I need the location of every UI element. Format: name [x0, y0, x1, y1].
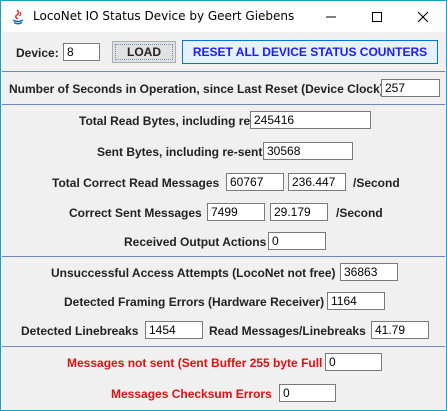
- sent-bytes-label: Sent Bytes, including re-sent: [97, 145, 263, 159]
- correct-read-messages-field[interactable]: 60767: [226, 173, 284, 191]
- correct-read-rate-unit: /Second: [353, 176, 400, 190]
- reset-counters-button[interactable]: RESET ALL DEVICE STATUS COUNTERS: [182, 40, 438, 64]
- device-clock-field[interactable]: 257: [381, 79, 440, 97]
- focus-ring: [115, 44, 173, 60]
- status-panel: Device: 8 LOAD RESET ALL DEVICE STATUS C…: [1, 32, 446, 410]
- unsuccessful-access-label: Unsuccessful Access Attempts (LocoNet no…: [51, 266, 336, 280]
- correct-read-rate-field[interactable]: 236.447: [288, 173, 346, 191]
- correct-read-messages-label: Total Correct Read Messages: [52, 176, 220, 190]
- separator: [2, 104, 445, 105]
- correct-sent-messages-label: Correct Sent Messages: [69, 206, 202, 220]
- close-icon: [417, 11, 429, 23]
- title-bar[interactable]: LocoNet IO Status Device by Geert Gieben…: [1, 1, 446, 32]
- sent-bytes-field[interactable]: 30568: [263, 142, 353, 160]
- checksum-errors-field[interactable]: 0: [279, 384, 336, 402]
- java-app-icon: [9, 8, 27, 26]
- correct-sent-rate-unit: /Second: [336, 206, 383, 220]
- unsuccessful-access-field[interactable]: 36863: [340, 263, 398, 281]
- messages-not-sent-field[interactable]: 0: [325, 353, 382, 371]
- checksum-errors-label: Messages Checksum Errors: [111, 387, 272, 401]
- minimize-icon: [326, 16, 336, 18]
- framing-errors-label: Detected Framing Errors (Hardware Receiv…: [64, 295, 325, 309]
- minimize-button[interactable]: [308, 1, 354, 32]
- maximize-icon: [372, 12, 382, 22]
- messages-not-sent-label: Messages not sent (Sent Buffer 255 byte …: [67, 356, 323, 370]
- window-title: LocoNet IO Status Device by Geert Gieben…: [33, 9, 295, 23]
- total-read-bytes-label: Total Read Bytes, including re-sent: [79, 114, 279, 128]
- device-label: Device:: [16, 46, 59, 60]
- total-read-bytes-field[interactable]: 245416: [250, 111, 371, 129]
- linebreaks-field[interactable]: 1454: [145, 321, 203, 339]
- load-button[interactable]: LOAD: [112, 41, 176, 63]
- output-actions-label: Received Output Actions: [124, 235, 267, 249]
- read-per-linebreak-label: Read Messages/Linebreaks: [209, 324, 366, 338]
- separator: [2, 71, 445, 72]
- framing-errors-field[interactable]: 1164: [327, 292, 385, 310]
- correct-sent-messages-field[interactable]: 7499: [207, 203, 265, 221]
- read-per-linebreak-field[interactable]: 41.79: [371, 321, 429, 339]
- device-field[interactable]: 8: [63, 43, 100, 61]
- separator: [2, 256, 445, 257]
- reset-counters-label: RESET ALL DEVICE STATUS COUNTERS: [192, 45, 428, 59]
- app-window: LocoNet IO Status Device by Geert Gieben…: [0, 0, 447, 411]
- close-button[interactable]: [400, 1, 446, 32]
- output-actions-field[interactable]: 0: [268, 232, 326, 250]
- correct-sent-rate-field[interactable]: 29.179: [270, 203, 328, 221]
- linebreaks-label: Detected Linebreaks: [21, 324, 139, 338]
- device-clock-label: Number of Seconds in Operation, since La…: [9, 82, 384, 96]
- maximize-button[interactable]: [354, 1, 400, 32]
- separator: [2, 346, 445, 347]
